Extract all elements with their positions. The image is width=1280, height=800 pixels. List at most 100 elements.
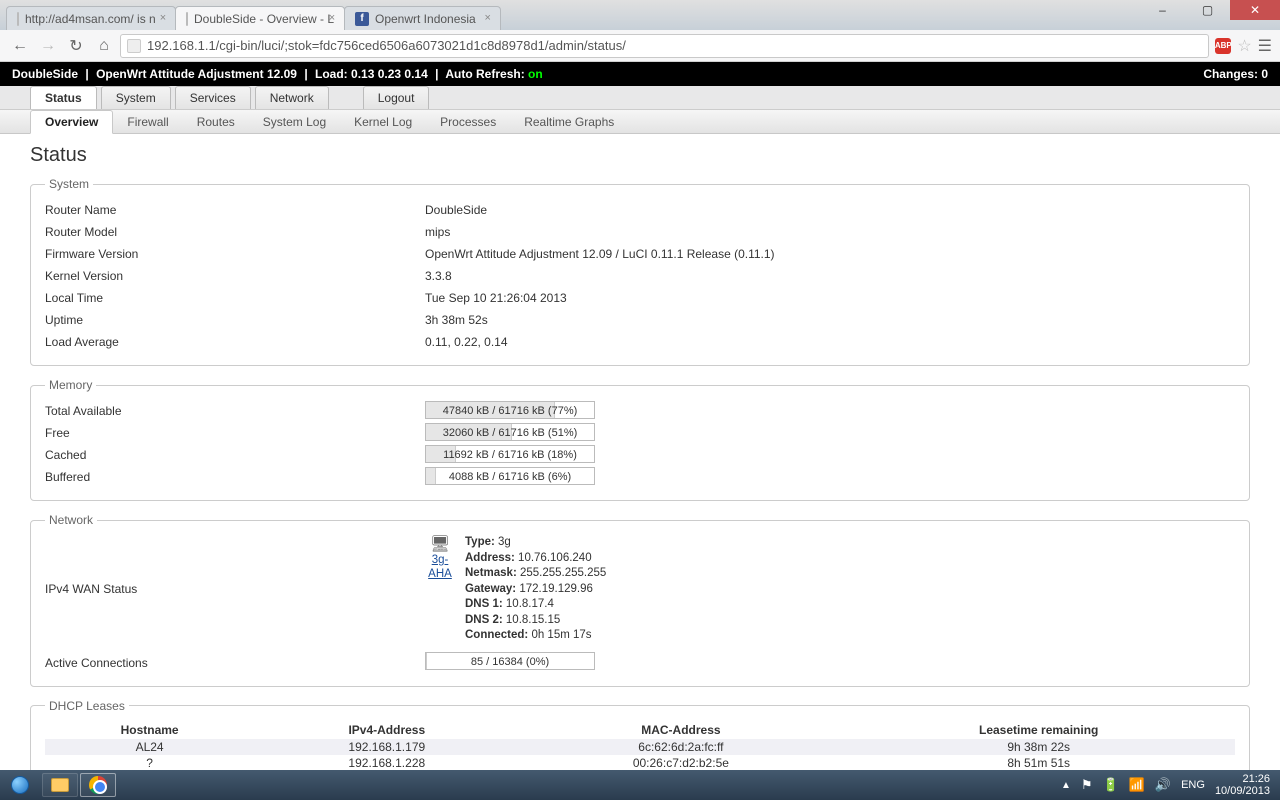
navtab-status[interactable]: Status bbox=[30, 86, 97, 109]
browser-tab-1[interactable]: DoubleSide - Overview - L× bbox=[175, 6, 345, 30]
clock[interactable]: 21:26 10/09/2013 bbox=[1215, 773, 1270, 797]
field-label: Free bbox=[45, 426, 425, 440]
folder-icon bbox=[51, 778, 69, 792]
close-icon[interactable]: × bbox=[482, 12, 494, 24]
window-minimize[interactable]: – bbox=[1140, 0, 1185, 20]
navtab-system[interactable]: System bbox=[101, 86, 171, 109]
close-icon[interactable]: × bbox=[326, 12, 338, 24]
task-chrome[interactable] bbox=[80, 773, 116, 797]
legend-dhcp: DHCP Leases bbox=[45, 699, 129, 713]
usage-meter: 47840 kB / 61716 kB (77%) bbox=[425, 401, 595, 419]
subtab-firewall[interactable]: Firewall bbox=[113, 111, 182, 133]
dhcp-column-header: MAC-Address bbox=[519, 721, 842, 739]
field-value: OpenWrt Attitude Adjustment 12.09 / LuCI… bbox=[425, 247, 775, 261]
battery-icon[interactable]: 🔋 bbox=[1103, 777, 1119, 793]
auto-refresh-toggle[interactable]: on bbox=[528, 67, 543, 81]
cell: 192.168.1.179 bbox=[254, 739, 519, 755]
nav-home-icon[interactable]: ⌂ bbox=[92, 34, 116, 58]
bookmark-star-icon[interactable]: ☆ bbox=[1237, 36, 1251, 56]
wan-field: Netmask: 255.255.255.255 bbox=[465, 566, 606, 582]
document-icon bbox=[186, 12, 188, 26]
field-label: Local Time bbox=[45, 291, 425, 305]
window-maximize[interactable]: ▢ bbox=[1185, 0, 1230, 20]
field-label: Kernel Version bbox=[45, 269, 425, 283]
wan-field: DNS 2: 10.8.15.15 bbox=[465, 613, 606, 629]
browser-tabstrip: http://ad4msan.com/ is n×DoubleSide - Ov… bbox=[6, 6, 500, 30]
legend-memory: Memory bbox=[45, 378, 96, 392]
usage-meter: 11692 kB / 61716 kB (18%) bbox=[425, 445, 595, 463]
clock-time: 21:26 bbox=[1215, 773, 1270, 785]
chrome-menu-icon[interactable]: ☰ bbox=[1258, 36, 1272, 56]
section-system: System Router Name DoubleSideRouter Mode… bbox=[30, 177, 1250, 366]
cell: 00:26:c7:d2:b2:5e bbox=[519, 755, 842, 770]
field-label: Load Average bbox=[45, 335, 425, 349]
firmware-short: OpenWrt Attitude Adjustment 12.09 bbox=[96, 67, 297, 81]
subtab-routes[interactable]: Routes bbox=[183, 111, 249, 133]
subtab-processes[interactable]: Processes bbox=[426, 111, 510, 133]
load-values: 0.13 0.23 0.14 bbox=[351, 67, 428, 81]
navtab-network[interactable]: Network bbox=[255, 86, 329, 109]
adblock-icon[interactable]: ABP bbox=[1215, 38, 1231, 54]
internet-explorer-icon bbox=[11, 776, 29, 794]
wan-field: Type: 3g bbox=[465, 535, 606, 551]
luci-header: DoubleSide | OpenWrt Attitude Adjustment… bbox=[0, 62, 1280, 86]
language-indicator[interactable]: ENG bbox=[1181, 779, 1205, 791]
usage-meter: 4088 kB / 61716 kB (6%) bbox=[425, 467, 595, 485]
windows-taskbar: ▲ ⚑ 🔋 📶 🔊 ENG 21:26 10/09/2013 bbox=[0, 770, 1280, 800]
subtab-overview[interactable]: Overview bbox=[30, 110, 113, 134]
field-value: 3.3.8 bbox=[425, 269, 452, 283]
field-value: Tue Sep 10 21:26:04 2013 bbox=[425, 291, 567, 305]
legend-network: Network bbox=[45, 513, 97, 527]
volume-icon[interactable]: 🔊 bbox=[1155, 777, 1171, 793]
nav-back-icon[interactable]: ← bbox=[8, 34, 32, 58]
browser-tab-0[interactable]: http://ad4msan.com/ is n× bbox=[6, 6, 176, 30]
field-label: Buffered bbox=[45, 470, 425, 484]
nav-main: StatusSystemServicesNetwork Logout bbox=[0, 86, 1280, 110]
subtab-realtime-graphs[interactable]: Realtime Graphs bbox=[510, 111, 628, 133]
system-row: Firmware Version OpenWrt Attitude Adjust… bbox=[45, 243, 1235, 265]
table-row: ?192.168.1.22800:26:c7:d2:b2:5e8h 51m 51… bbox=[45, 755, 1235, 770]
action-center-icon[interactable]: ⚑ bbox=[1081, 777, 1093, 793]
clock-date: 10/09/2013 bbox=[1215, 785, 1270, 797]
navtab-services[interactable]: Services bbox=[175, 86, 251, 109]
dhcp-column-header: IPv4-Address bbox=[254, 721, 519, 739]
facebook-icon: f bbox=[355, 12, 369, 26]
system-tray: ▲ ⚑ 🔋 📶 🔊 ENG 21:26 10/09/2013 bbox=[1061, 773, 1274, 797]
page-favicon-icon bbox=[127, 39, 141, 53]
browser-tab-2[interactable]: f Openwrt Indonesia × bbox=[344, 6, 501, 30]
load-label: Load: bbox=[315, 67, 348, 81]
omnibox-icons: ABP ☆ ☰ bbox=[1215, 36, 1272, 56]
subtab-kernel-log[interactable]: Kernel Log bbox=[340, 111, 426, 133]
wan-interface-link[interactable]: 3g-AHA bbox=[428, 554, 452, 580]
start-button[interactable] bbox=[0, 770, 40, 800]
window-close[interactable]: ✕ bbox=[1230, 0, 1280, 20]
system-row: Router Model mips bbox=[45, 221, 1235, 243]
legend-system: System bbox=[45, 177, 93, 191]
browser-tab-title: Openwrt Indonesia bbox=[375, 12, 476, 26]
wan-field: Connected: 0h 15m 17s bbox=[465, 628, 606, 644]
subtab-system-log[interactable]: System Log bbox=[249, 111, 340, 133]
cell: AL24 bbox=[45, 739, 254, 755]
nav-reload-icon[interactable]: ↻ bbox=[64, 34, 88, 58]
network-icon[interactable]: 📶 bbox=[1129, 777, 1145, 793]
dhcp-table: HostnameIPv4-AddressMAC-AddressLeasetime… bbox=[45, 721, 1235, 770]
system-row: Router Name DoubleSide bbox=[45, 199, 1235, 221]
wan-field: DNS 1: 10.8.17.4 bbox=[465, 597, 606, 613]
active-connections-label: Active Connections bbox=[45, 656, 425, 670]
nav-forward-icon: → bbox=[36, 34, 60, 58]
url-text: 192.168.1.1/cgi-bin/luci/;stok=fdc756ced… bbox=[147, 38, 626, 53]
wan-field: Gateway: 172.19.129.96 bbox=[465, 582, 606, 598]
changes-link[interactable]: Changes: 0 bbox=[1203, 67, 1268, 81]
field-label: Cached bbox=[45, 448, 425, 462]
memory-row: Total Available 47840 kB / 61716 kB (77%… bbox=[45, 400, 1235, 422]
task-explorer[interactable] bbox=[42, 773, 78, 797]
cell: ? bbox=[45, 755, 254, 770]
navtab-logout[interactable]: Logout bbox=[363, 86, 430, 109]
browser-toolbar: ← → ↻ ⌂ 192.168.1.1/cgi-bin/luci/;stok=f… bbox=[0, 30, 1280, 62]
close-icon[interactable]: × bbox=[157, 12, 169, 24]
tray-up-icon[interactable]: ▲ bbox=[1061, 780, 1071, 791]
system-row: Uptime 3h 38m 52s bbox=[45, 309, 1235, 331]
window-controls: – ▢ ✕ bbox=[1140, 0, 1280, 20]
url-input[interactable]: 192.168.1.1/cgi-bin/luci/;stok=fdc756ced… bbox=[120, 34, 1209, 58]
nav-sub: OverviewFirewallRoutesSystem LogKernel L… bbox=[0, 110, 1280, 134]
